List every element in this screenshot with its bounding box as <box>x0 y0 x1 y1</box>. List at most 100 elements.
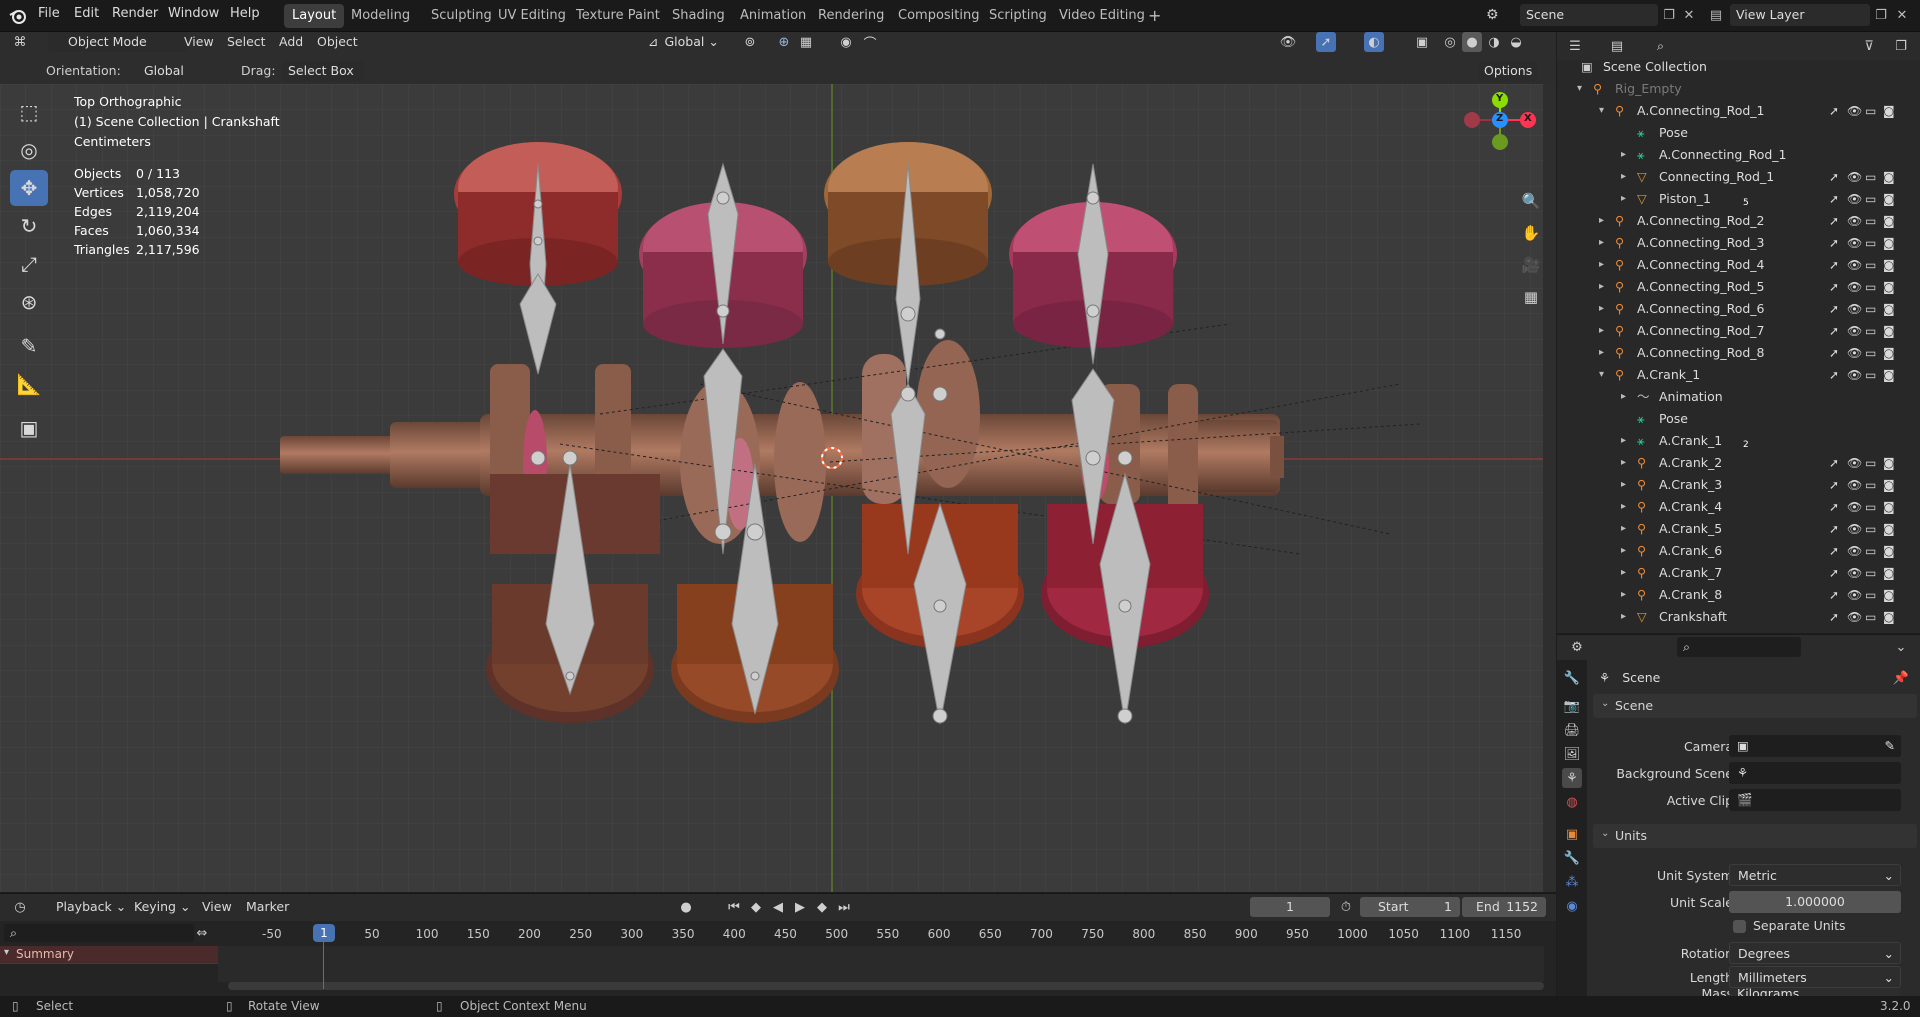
render-tab-icon[interactable]: 📷 <box>1562 696 1582 716</box>
render-camera-icon[interactable]: ◙ <box>1883 540 1895 562</box>
mode-selector[interactable]: Object Mode <box>48 32 188 52</box>
rotation-dropdown[interactable]: Degrees ⌄ <box>1729 942 1901 964</box>
length-dropdown[interactable]: Millimeters ⌄ <box>1729 966 1901 988</box>
new-view-layer-icon[interactable]: ❐ <box>1871 5 1891 25</box>
viewport-monitor-icon[interactable]: ▭ <box>1865 298 1876 320</box>
outliner-row[interactable]: ▸ ⚲ A.Connecting_Rod_8 ➚ 👁 ▭ ◙ <box>1557 342 1920 364</box>
viewport-monitor-icon[interactable]: ▭ <box>1865 254 1876 276</box>
background-scene-field[interactable]: ⚘ <box>1729 762 1901 784</box>
scene-name-field[interactable]: Scene <box>1520 4 1658 26</box>
play-reverse-icon[interactable]: ◀ <box>768 897 788 917</box>
select-arrow-icon[interactable]: ➚ <box>1829 496 1839 518</box>
play-icon[interactable]: ▶ <box>790 897 810 917</box>
eye-icon[interactable]: 👁 <box>1847 100 1862 122</box>
render-camera-icon[interactable]: ◙ <box>1883 364 1895 386</box>
add-workspace-icon[interactable]: + <box>1140 4 1169 28</box>
swap-icon[interactable]: ⇔ <box>192 923 212 943</box>
eye-icon[interactable]: 👁 <box>1847 540 1862 562</box>
world-tab-icon[interactable]: ◍ <box>1562 792 1582 812</box>
physics-tab-icon[interactable]: ◉ <box>1562 896 1582 916</box>
transform-tool-icon[interactable]: ⊛ <box>10 284 48 320</box>
outliner-row[interactable]: ▸ ⚹ A.Crank_1 2 <box>1557 430 1920 452</box>
tab-video-editing[interactable]: Video Editing <box>1051 4 1153 28</box>
render-camera-icon[interactable]: ◙ <box>1883 496 1895 518</box>
viewport-monitor-icon[interactable]: ▭ <box>1865 320 1876 342</box>
outliner-row[interactable]: ▸ ⚲ A.Connecting_Rod_4 ➚ 👁 ▭ ◙ <box>1557 254 1920 276</box>
expand-toggle-icon[interactable]: ▾ <box>1599 364 1604 386</box>
outliner-row[interactable]: ▸ ⚲ A.Crank_2 ➚ 👁 ▭ ◙ <box>1557 452 1920 474</box>
outliner-row[interactable]: ▸ ⚲ A.Crank_7 ➚ 👁 ▭ ◙ <box>1557 562 1920 584</box>
viewport-monitor-icon[interactable]: ▭ <box>1865 606 1876 628</box>
render-camera-icon[interactable]: ◙ <box>1883 342 1895 364</box>
active-clip-field[interactable]: 🎬 <box>1729 789 1901 811</box>
record-icon[interactable]: ● <box>676 897 696 917</box>
pin-icon[interactable]: 📌 <box>1891 668 1911 688</box>
jump-start-icon[interactable]: ⏮ <box>724 897 744 917</box>
viewport-monitor-icon[interactable]: ▭ <box>1865 210 1876 232</box>
eye-icon[interactable]: 👁 <box>1847 320 1862 342</box>
viewport-monitor-icon[interactable]: ▭ <box>1865 518 1876 540</box>
menu-add[interactable]: Add <box>279 32 303 52</box>
select-arrow-icon[interactable]: ➚ <box>1829 320 1839 342</box>
eye-icon[interactable]: 👁 <box>1847 254 1862 276</box>
render-camera-icon[interactable]: ◙ <box>1883 232 1895 254</box>
eye-icon[interactable]: 👁 <box>1847 452 1862 474</box>
view-layer-icon[interactable]: ▤ <box>1706 5 1726 25</box>
outliner-row[interactable]: ▸ ⚹ A.Connecting_Rod_1 <box>1557 144 1920 166</box>
navigation-gizmo[interactable]: Y Z X <box>1448 90 1548 170</box>
outliner-row[interactable]: ▸ ⚲ A.Crank_4 ➚ 👁 ▭ ◙ <box>1557 496 1920 518</box>
separate-units-checkbox[interactable] <box>1733 920 1746 933</box>
render-camera-icon[interactable]: ◙ <box>1883 100 1895 122</box>
start-frame-field[interactable]: Start 1 <box>1360 897 1460 917</box>
select-arrow-icon[interactable]: ➚ <box>1829 166 1839 188</box>
expand-toggle-icon[interactable]: ▸ <box>1599 298 1604 320</box>
properties-options-icon[interactable]: ⌄ <box>1891 637 1911 657</box>
outliner-row[interactable]: ▸ ▽ Connecting_Rod_1 ➚ 👁 ▭ ◙ <box>1557 166 1920 188</box>
select-arrow-icon[interactable]: ➚ <box>1829 298 1839 320</box>
camera-view-icon[interactable]: 🎥 <box>1518 252 1544 278</box>
stopwatch-icon[interactable]: ⏱ <box>1336 897 1356 917</box>
expand-toggle-icon[interactable]: ▸ <box>1621 562 1626 584</box>
tab-modeling[interactable]: Modeling <box>343 4 418 28</box>
select-arrow-icon[interactable]: ➚ <box>1829 562 1839 584</box>
eye-icon[interactable]: 👁 <box>1847 364 1862 386</box>
outliner-row[interactable]: ▸ ⚲ A.Connecting_Rod_3 ➚ 👁 ▭ ◙ <box>1557 232 1920 254</box>
outliner-editor-icon[interactable]: ☰ <box>1565 36 1585 56</box>
timeline-track-area[interactable] <box>218 946 1544 982</box>
render-camera-icon[interactable]: ◙ <box>1883 606 1895 628</box>
viewport-monitor-icon[interactable]: ▭ <box>1865 364 1876 386</box>
current-frame-field[interactable]: 1 <box>1250 897 1330 917</box>
select-arrow-icon[interactable]: ➚ <box>1829 540 1839 562</box>
render-camera-icon[interactable]: ◙ <box>1883 474 1895 496</box>
expand-toggle-icon[interactable]: ▸ <box>1621 430 1626 452</box>
timeline-scrollbar[interactable] <box>228 982 1544 990</box>
select-arrow-icon[interactable]: ➚ <box>1829 474 1839 496</box>
delete-scene-icon[interactable]: ✕ <box>1679 5 1699 25</box>
expand-toggle-icon[interactable]: ▸ <box>1621 386 1626 408</box>
measure-tool-icon[interactable]: 📐 <box>10 366 48 402</box>
outliner-row[interactable]: ▸ ⚲ A.Connecting_Rod_2 ➚ 👁 ▭ ◙ <box>1557 210 1920 232</box>
viewport-monitor-icon[interactable]: ▭ <box>1865 496 1876 518</box>
wireframe-shading-icon[interactable]: ◎ <box>1440 32 1460 52</box>
blender-logo-icon[interactable] <box>8 6 28 26</box>
viewport-monitor-icon[interactable]: ▭ <box>1865 562 1876 584</box>
jump-end-icon[interactable]: ⏭ <box>834 897 854 917</box>
rotate-tool-icon[interactable]: ↻ <box>10 208 48 244</box>
expand-toggle-icon[interactable]: ▸ <box>1599 232 1604 254</box>
menu-render[interactable]: Render <box>112 6 158 21</box>
expand-toggle-icon[interactable]: ▸ <box>1621 540 1626 562</box>
falloff-icon[interactable]: ⌒ <box>860 32 880 52</box>
scene-selector-icon[interactable]: ⚙ <box>1486 3 1506 27</box>
xray-icon[interactable]: ▣ <box>1412 32 1432 52</box>
zoom-icon[interactable]: 🔍 <box>1518 188 1544 214</box>
eye-icon[interactable]: 👁 <box>1847 562 1862 584</box>
expand-toggle-icon[interactable]: ▸ <box>1599 254 1604 276</box>
move-tool-icon[interactable]: ✥ <box>10 170 48 206</box>
outliner-row[interactable]: ▾ ⚲ A.Connecting_Rod_1 ➚ 👁 ▭ ◙ <box>1557 100 1920 122</box>
viewport-monitor-icon[interactable]: ▭ <box>1865 166 1876 188</box>
gizmo-toggle-icon[interactable]: ➚ <box>1316 32 1336 52</box>
summary-row[interactable]: ▾ Summary <box>0 946 218 964</box>
view-layer-tab-icon[interactable]: 🖼 <box>1562 744 1582 764</box>
expand-toggle-icon[interactable]: ▸ <box>1621 496 1626 518</box>
select-arrow-icon[interactable]: ➚ <box>1829 188 1839 210</box>
